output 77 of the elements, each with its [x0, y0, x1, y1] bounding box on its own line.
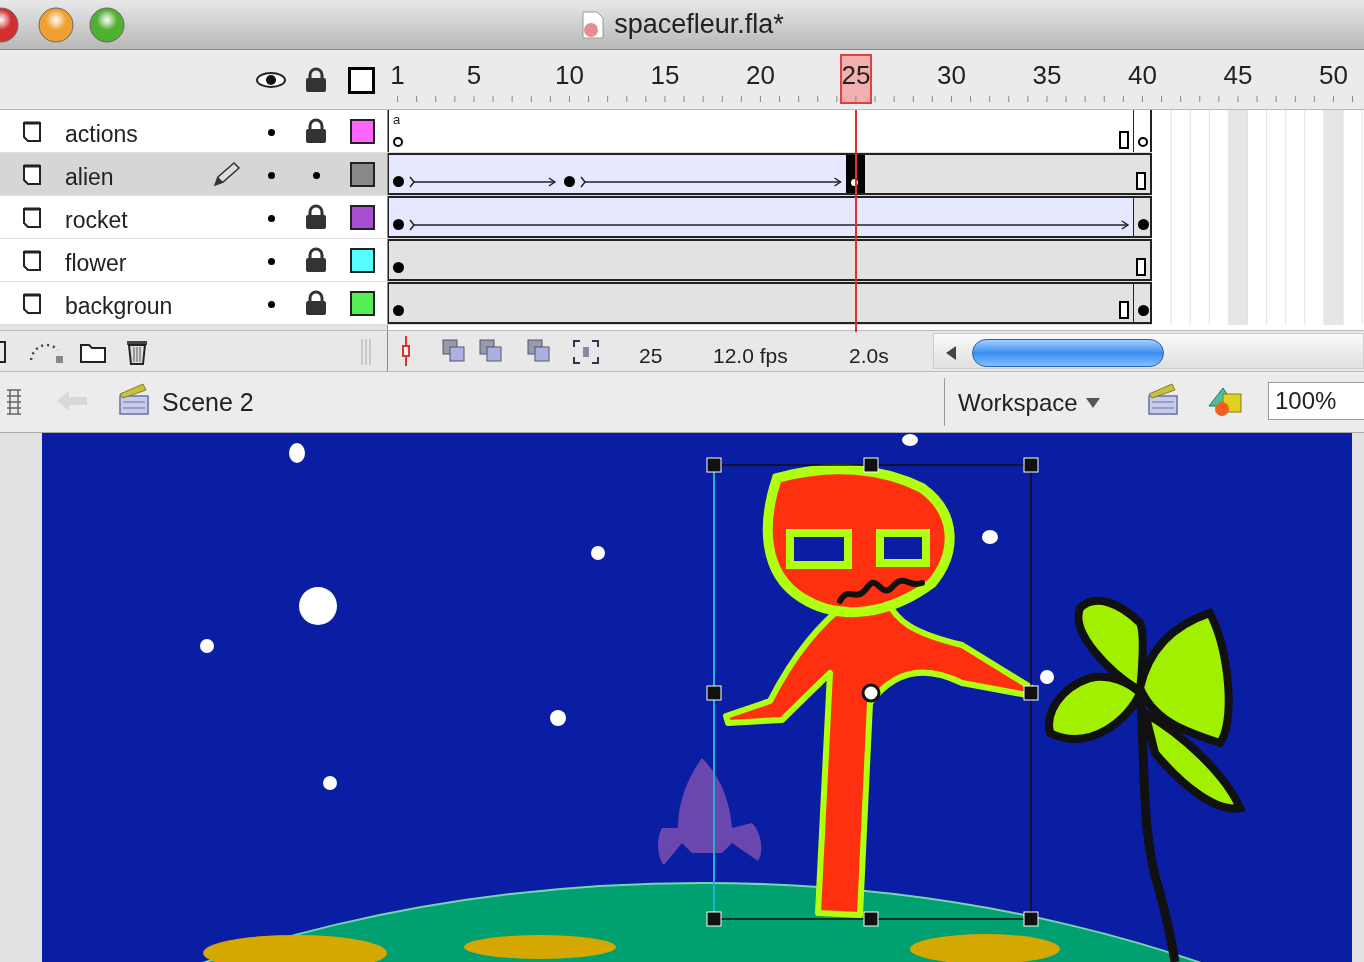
onion-skin-outlines-icon[interactable]	[478, 338, 504, 364]
tween-span[interactable]	[388, 153, 560, 195]
scroll-left-icon[interactable]	[944, 345, 958, 361]
frame-number: 50	[1319, 62, 1348, 88]
frame-span[interactable]	[1132, 196, 1152, 238]
onion-markers-icon[interactable]	[572, 339, 600, 365]
empty-keyframe-icon	[1137, 137, 1148, 147]
edit-scene-icon[interactable]	[1146, 382, 1180, 418]
frame-span[interactable]	[388, 239, 1152, 281]
tween-span[interactable]	[388, 196, 1133, 238]
document-icon	[580, 9, 607, 40]
frame-number: 20	[746, 62, 775, 88]
grip-icon	[360, 339, 372, 365]
center-frame-icon[interactable]	[400, 336, 412, 366]
new-layer-icon[interactable]	[0, 340, 8, 364]
selected-alien-drawing[interactable]	[706, 457, 1039, 927]
layer-color-swatch[interactable]	[350, 248, 375, 273]
layer-color-swatch[interactable]	[350, 205, 375, 230]
layer-color-swatch[interactable]	[350, 162, 375, 187]
onion-skin-icon[interactable]	[441, 338, 467, 364]
scene-name[interactable]: Scene 2	[162, 384, 254, 422]
lock-icon[interactable]	[304, 290, 328, 316]
lock-icon[interactable]	[304, 247, 328, 273]
frame-span[interactable]	[1132, 282, 1152, 324]
keyframe-icon	[1137, 219, 1149, 230]
layer-color-swatch[interactable]	[350, 291, 375, 316]
frame-number: 35	[1032, 62, 1062, 88]
keyframe-icon	[393, 176, 404, 187]
frame-span[interactable]	[388, 282, 1133, 324]
elapsed-time: 2.0s	[849, 343, 889, 369]
frame-number: 40	[1128, 62, 1157, 88]
frame-number: 45	[1223, 62, 1253, 88]
keyframe-icon	[1137, 305, 1149, 316]
empty-keyframe-icon	[393, 137, 403, 147]
workspace-menu[interactable]: Workspace	[958, 385, 1100, 421]
empty-frame-span[interactable]	[1132, 110, 1152, 152]
zoom-field[interactable]: 100%	[1268, 382, 1364, 420]
lock-icon[interactable]	[304, 67, 328, 93]
layer-name: backgroun	[65, 292, 173, 321]
keyframe-icon	[393, 305, 404, 316]
scrollbar-thumb[interactable]	[972, 339, 1164, 367]
end-frame-icon	[1136, 172, 1146, 190]
minimize-button[interactable]	[37, 6, 75, 44]
frame-number: 5	[466, 62, 482, 88]
window-title: spacefleur.fla*	[614, 8, 784, 42]
clapperboard-icon	[117, 382, 151, 418]
frame-rate: 12.0 fps	[713, 343, 788, 369]
keyframe-icon	[393, 219, 404, 230]
edit-multiple-frames-icon[interactable]	[526, 338, 552, 364]
frame-number: 30	[937, 62, 966, 88]
caret-icon	[1085, 398, 1100, 408]
lock-icon[interactable]	[304, 204, 328, 230]
layer-name: alien	[65, 163, 114, 192]
playhead[interactable]: 25	[839, 54, 872, 104]
end-frame-icon	[1136, 258, 1146, 276]
current-frame: 25	[639, 340, 663, 372]
timeline-toggle-icon[interactable]	[6, 388, 22, 416]
layer-name: flower	[65, 249, 127, 278]
frame-number: 1	[390, 62, 405, 88]
keyframe-icon	[563, 176, 575, 187]
action-mark: a	[393, 113, 401, 126]
outline-icon[interactable]	[348, 67, 375, 94]
layer-name: rocket	[65, 206, 128, 235]
end-frame-icon	[1118, 131, 1129, 149]
end-frame-icon	[1118, 301, 1129, 319]
frame-number: 15	[650, 62, 680, 88]
frame-number: 10	[555, 62, 584, 88]
layer-row[interactable]: alien	[0, 153, 388, 195]
eye-icon[interactable]	[256, 70, 286, 90]
lock-icon[interactable]	[304, 118, 328, 144]
tween-span[interactable]	[559, 153, 847, 195]
keyframe-icon	[393, 262, 404, 273]
horizontal-scrollbar[interactable]	[933, 333, 1364, 369]
layer-name: actions	[65, 120, 138, 149]
zoom-button[interactable]	[88, 6, 126, 44]
layer-color-swatch[interactable]	[350, 119, 375, 144]
frame-span[interactable]	[846, 153, 1152, 195]
